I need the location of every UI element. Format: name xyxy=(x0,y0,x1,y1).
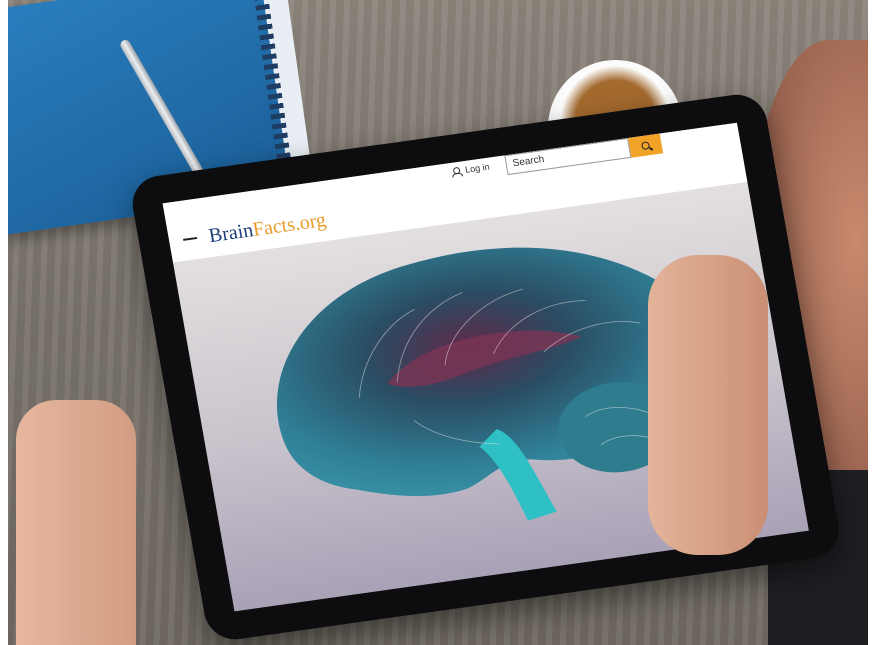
user-icon xyxy=(451,166,461,176)
site-logo[interactable]: BrainFacts.org xyxy=(207,209,328,248)
search-input[interactable]: Search xyxy=(504,138,632,176)
right-hand xyxy=(648,255,768,555)
login-label: Log in xyxy=(464,161,491,175)
login-link[interactable]: Log in xyxy=(450,162,490,177)
search-button[interactable] xyxy=(627,133,664,158)
logo-facts: Facts.org xyxy=(251,209,328,241)
search-icon xyxy=(640,141,651,151)
logo-brain: Brain xyxy=(207,219,255,248)
left-hand xyxy=(16,400,136,645)
photo-background: BrainFacts.org Log in Search xyxy=(8,0,868,645)
menu-icon[interactable] xyxy=(183,236,198,241)
